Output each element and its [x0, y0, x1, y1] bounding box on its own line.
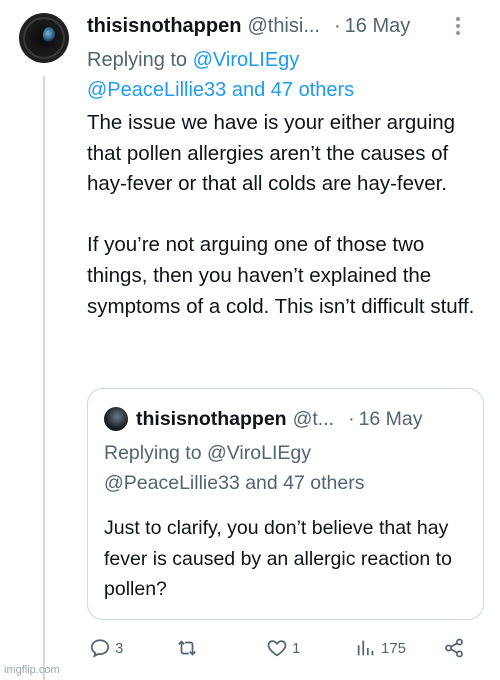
user-handle[interactable]: @thisi... [247, 15, 320, 38]
retweet-button[interactable] [176, 632, 202, 664]
thread-connector-line [43, 76, 45, 680]
avatar[interactable] [19, 13, 69, 63]
quoted-replying-to-line-2: @PeaceLillie33 and 47 others [104, 472, 365, 494]
quoted-tweet[interactable]: thisisnothappen @t... · 16 May Replying … [87, 388, 484, 620]
quoted-tweet-header: thisisnothappen @t... · 16 May [136, 405, 476, 433]
views-button[interactable]: 175 [355, 632, 406, 664]
quoted-avatar [104, 407, 128, 431]
quoted-replying-to-line-1: Replying to @ViroLIEgy [104, 442, 311, 464]
quoted-separator-dot: · [348, 407, 355, 430]
display-name[interactable]: thisisnothappen [87, 15, 241, 38]
like-button[interactable]: 1 [266, 632, 300, 664]
more-dot [456, 24, 460, 28]
more-dot [456, 17, 460, 21]
tweet-header: thisisnothappen @thisi... · 16 May [87, 12, 487, 40]
replying-to-line-1: Replying to @ViroLIEgy [87, 45, 487, 75]
share-button[interactable] [443, 632, 465, 664]
tweet-paragraph: If you’re not arguing one of those two t… [87, 233, 475, 318]
quoted-display-name: thisisnothappen [136, 407, 287, 430]
bar-chart-icon [357, 640, 374, 656]
like-count: 1 [292, 639, 301, 657]
more-dot [456, 31, 460, 35]
share-icon [445, 638, 463, 658]
heart-icon [267, 640, 287, 657]
reply-count: 3 [115, 639, 124, 657]
replying-to: Replying to @ViroLIEgy @PeaceLillie33 an… [87, 45, 487, 105]
mention-link[interactable]: @ViroLIEgy [193, 49, 300, 71]
retweet-icon [178, 640, 196, 656]
reply-button[interactable]: 3 [89, 632, 123, 664]
tweet-body: The issue we have is your either arguing… [87, 108, 487, 322]
watermark: imgflip.com [4, 664, 60, 676]
action-bar: 3 1 175 [87, 632, 477, 664]
mention-others-link[interactable]: @PeaceLillie33 and 47 others [87, 75, 487, 105]
speech-bubble-icon [90, 639, 110, 658]
tweet-date[interactable]: 16 May [345, 15, 411, 38]
quoted-tweet-body: Just to clarify, you don’t believe that … [104, 517, 452, 600]
tweet-paragraph: The issue we have is your either arguing… [87, 111, 456, 196]
separator-dot: · [334, 14, 341, 37]
replying-to-prefix: Replying to [87, 49, 188, 71]
avatar-highlight [43, 27, 55, 43]
quoted-tweet-date: 16 May [358, 407, 423, 430]
quoted-user-handle: @t... [292, 407, 335, 430]
more-vertical-icon[interactable] [456, 17, 462, 35]
quoted-replying-to: Replying to @ViroLIEgy @PeaceLillie33 an… [104, 438, 474, 498]
views-count: 175 [381, 639, 407, 657]
